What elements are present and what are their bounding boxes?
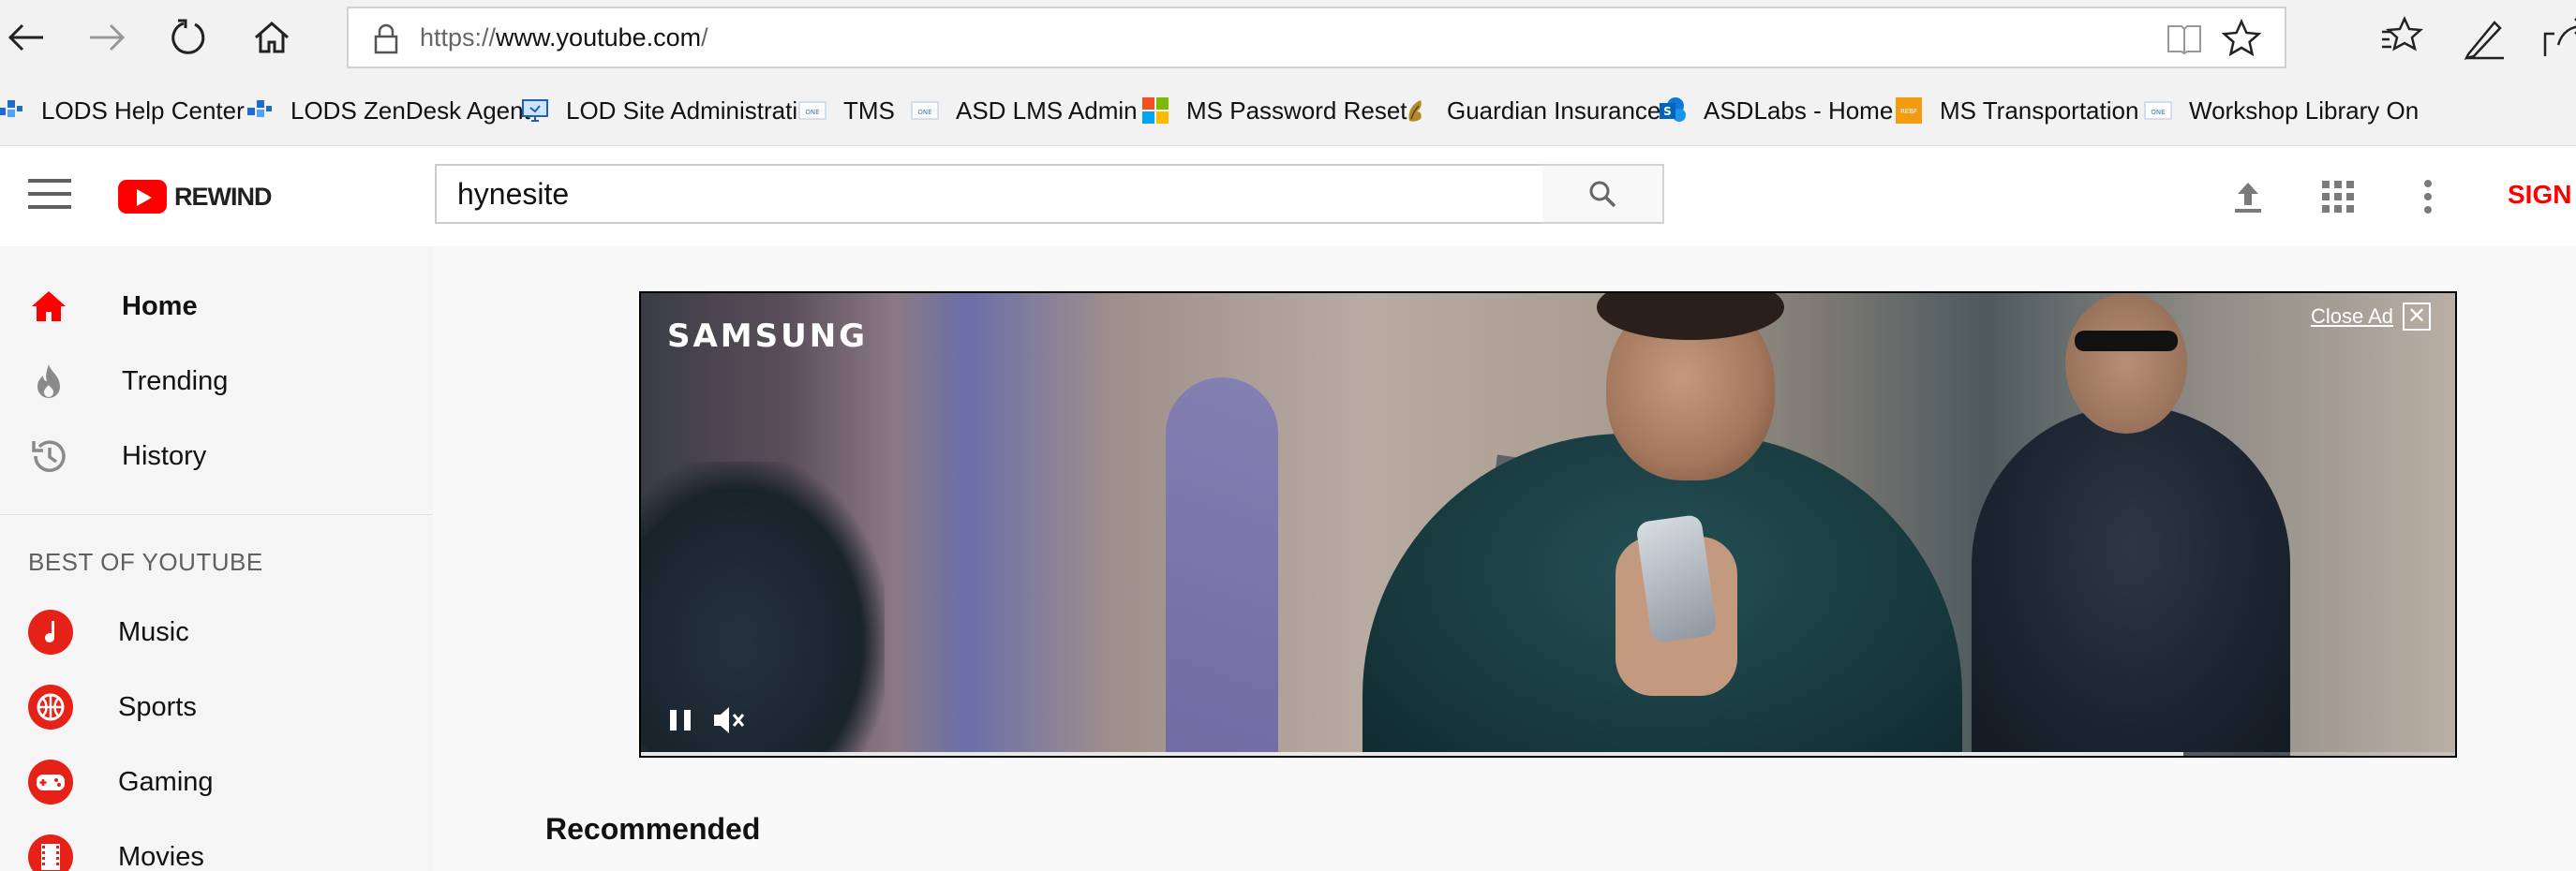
guide-sidebar: Home Trending History BEST OF YOUTUBE Mu… [0,246,433,871]
house-icon [255,21,289,53]
more-vertical-icon[interactable] [2406,175,2449,218]
svg-text:REBF: REBF [1900,108,1917,115]
home-icon [32,291,66,321]
sign-in-button[interactable]: SIGN [2508,173,2571,216]
sidebar-item-trending[interactable]: Trending [0,344,433,419]
svg-text:ONE: ONE [805,109,819,116]
favorite-ms-password-reset[interactable]: MS Password Reset [1141,92,1407,129]
ad-progress-bar [641,752,2455,756]
sidebar-item-music[interactable]: Music [0,595,433,670]
recommended-heading: Recommended [545,812,761,846]
transport-icon: REBF [1896,97,1922,124]
close-ad-label: Close Ad [2310,304,2393,328]
onenote-icon: ONE [2144,101,2172,120]
lods-icon [0,100,22,117]
sidebar-item-gaming[interactable]: Gaming [0,745,433,819]
lock-icon [374,23,398,54]
sidebar-divider [0,514,433,515]
favorites-hub-icon[interactable] [2380,13,2429,62]
onenote-icon: ONE [798,101,826,120]
favorite-lod-site-administration[interactable]: LOD Site Administrati [521,92,797,129]
address-bar[interactable]: https://www.youtube.com/ [347,7,2286,68]
favorites-bar: LODS Help Center LODS ZenDesk Agent LOD … [0,75,2576,146]
svg-text:ONE: ONE [917,109,931,116]
hamburger-icon [28,179,71,183]
sidebar-item-movies[interactable]: Movies [0,819,433,871]
guardian-icon [1408,100,1422,122]
favorite-lods-help-center[interactable]: LODS Help Center [0,92,245,129]
refresh-icon [171,19,205,54]
pause-icon[interactable] [662,701,699,739]
favorite-asdlabs-home[interactable]: S ASDLabs - Home [1659,92,1893,129]
ad-brand-logo: SAMSUNG [667,317,869,355]
search-value: hynesite [457,177,570,211]
lods-icon [247,100,272,117]
home-button[interactable] [246,11,298,64]
sidebar-section-heading: BEST OF YOUTUBE [28,548,263,576]
onenote-icon: ONE [911,101,939,120]
reading-view-icon[interactable] [2167,22,2202,55]
favorite-asd-lms-admin[interactable]: ONE ASD LMS Admin [911,92,1138,129]
share-icon[interactable] [2539,13,2576,62]
movies-icon [28,834,73,871]
refresh-button[interactable] [161,11,214,64]
search-button[interactable] [1542,164,1664,224]
svg-text:S: S [1663,105,1672,118]
search-input[interactable]: hynesite [435,164,1544,224]
close-ad-button[interactable]: Close Ad ✕ [2311,303,2431,331]
upload-icon[interactable] [2226,175,2270,218]
sports-icon [28,685,73,730]
search-icon [1589,181,1616,208]
youtube-play-icon [118,180,167,214]
pen-icon[interactable] [2461,13,2509,62]
gaming-icon [28,760,73,805]
fire-icon [37,364,60,398]
ad-progress-fill [641,752,2183,756]
favorite-lods-zendesk-agent[interactable]: LODS ZenDesk Agent [246,92,530,129]
favorite-workshop-library[interactable]: ONE Workshop Library On [2144,92,2419,129]
microsoft-icon [1142,97,1169,124]
mute-icon[interactable] [710,701,748,739]
logo-text: REWIND [174,182,272,211]
favorite-guardian-insurance[interactable]: Guardian Insurance [1402,92,1660,129]
sidebar-item-history[interactable]: History [0,419,433,494]
youtube-masthead: REWIND hynesite SIGN [0,147,2576,246]
forward-button[interactable] [81,11,133,64]
monitor-icon [522,99,548,122]
favorite-ms-transportation[interactable]: REBF MS Transportation [1895,92,2138,129]
youtube-logo[interactable]: REWIND [118,175,272,218]
close-icon: ✕ [2403,303,2431,331]
sharepoint-icon: S [1660,97,1686,122]
url-text: https://www.youtube.com/ [420,23,708,52]
back-button[interactable] [0,11,52,64]
masthead-video-ad[interactable]: SAMSUNG Close Ad ✕ [639,291,2457,758]
favorite-star-icon[interactable] [2221,18,2262,59]
sidebar-item-sports[interactable]: Sports [0,670,433,745]
browser-toolbar: https://www.youtube.com/ [0,0,2576,75]
music-icon [28,610,73,655]
sidebar-item-home[interactable]: Home [0,269,433,344]
favorite-tms[interactable]: ONE TMS [798,92,895,129]
history-icon [32,440,66,472]
svg-text:ONE: ONE [2151,109,2165,116]
guide-menu-button[interactable] [28,179,71,213]
apps-grid-icon[interactable] [2316,175,2360,218]
arrow-left-icon [7,23,43,52]
arrow-right-icon [90,23,126,52]
